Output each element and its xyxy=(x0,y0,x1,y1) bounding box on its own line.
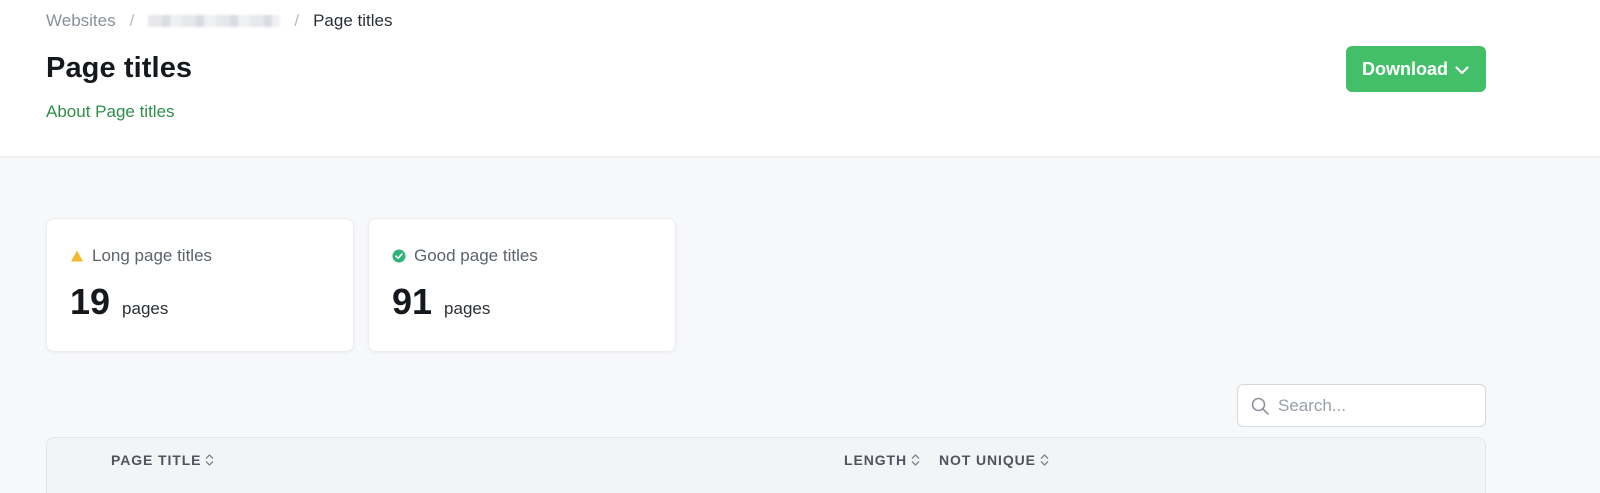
page-header: Websites / / Page titles Page titles Abo… xyxy=(0,0,1600,157)
warning-triangle-icon xyxy=(71,250,83,262)
column-header-not-unique[interactable]: NOT UNIQUE xyxy=(939,452,1049,468)
search-input[interactable] xyxy=(1278,395,1478,416)
card-label: Good page titles xyxy=(392,246,538,266)
breadcrumb: Websites / / Page titles xyxy=(46,10,392,32)
breadcrumb-separator: / xyxy=(129,11,135,30)
breadcrumb-separator: / xyxy=(294,11,300,30)
card-count: 91 xyxy=(392,281,433,322)
card-label-text: Long page titles xyxy=(92,246,213,265)
card-value: 91 pages xyxy=(392,281,490,323)
page: Websites / / Page titles Page titles Abo… xyxy=(0,0,1600,493)
column-header-label: LENGTH xyxy=(844,452,907,468)
download-button-label: Download xyxy=(1362,58,1448,79)
download-button[interactable]: Download xyxy=(1346,46,1486,92)
breadcrumb-current: Page titles xyxy=(313,11,393,30)
sort-icon xyxy=(1040,454,1049,466)
column-header-label: PAGE TITLE xyxy=(111,452,202,468)
card-value: 19 pages xyxy=(70,281,168,323)
column-header-length[interactable]: LENGTH xyxy=(844,452,920,468)
chevron-down-icon xyxy=(1455,65,1469,74)
column-header-page-title[interactable]: PAGE TITLE xyxy=(111,452,214,468)
card-label-text: Good page titles xyxy=(414,246,538,265)
breadcrumb-websites-link[interactable]: Websites xyxy=(46,11,116,31)
sort-icon xyxy=(911,454,920,466)
search-box[interactable] xyxy=(1237,384,1486,427)
search-icon xyxy=(1251,397,1269,415)
sort-icon xyxy=(205,454,214,466)
page-titles-table: PAGE TITLE LENGTH NOT UNIQUE xyxy=(46,437,1486,493)
card-label: Long page titles xyxy=(70,246,212,266)
good-page-titles-card[interactable]: Good page titles 91 pages xyxy=(368,218,676,352)
about-page-titles-link[interactable]: About Page titles xyxy=(46,102,175,122)
check-circle-icon xyxy=(392,249,406,263)
card-count: 19 xyxy=(70,281,111,322)
card-unit: pages xyxy=(122,299,169,318)
card-unit: pages xyxy=(444,299,491,318)
page-title: Page titles xyxy=(46,52,193,84)
column-header-label: NOT UNIQUE xyxy=(939,452,1036,468)
long-page-titles-card[interactable]: Long page titles 19 pages xyxy=(46,218,354,352)
breadcrumb-site-link-redacted[interactable] xyxy=(148,15,281,27)
